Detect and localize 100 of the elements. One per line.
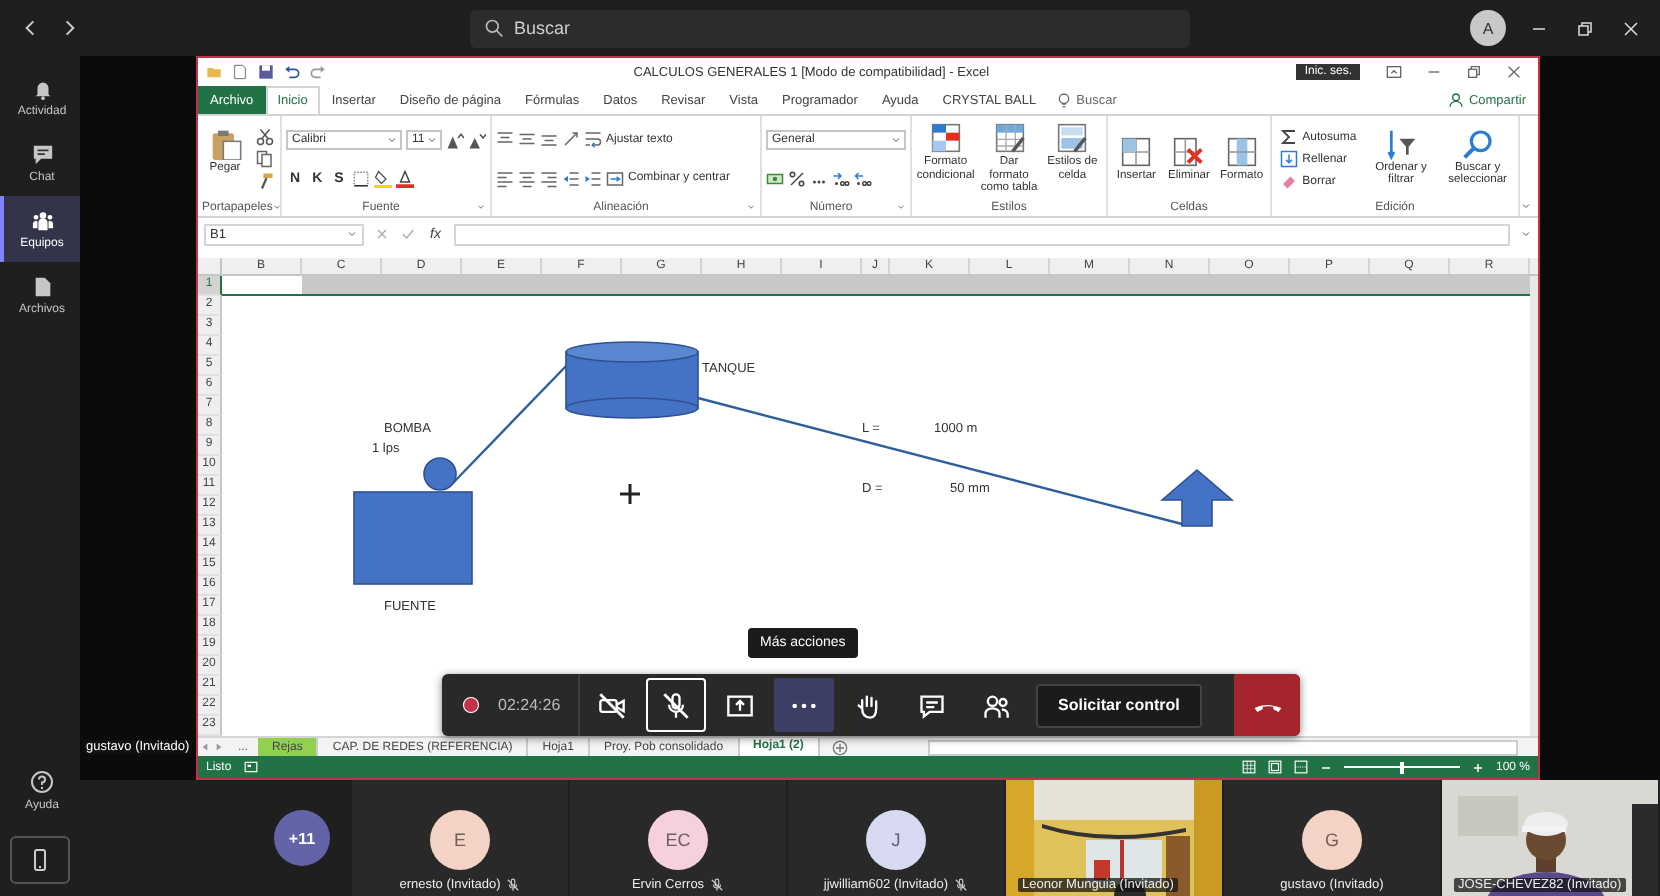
brush-icon[interactable]	[255, 172, 273, 190]
align-center-icon[interactable]	[518, 169, 536, 188]
delete-cells-icon	[1172, 135, 1205, 168]
borders-icon[interactable]	[351, 170, 370, 188]
hang-up-icon	[1253, 699, 1281, 711]
align-bottom-icon[interactable]	[540, 130, 558, 149]
call-control-button[interactable]	[646, 678, 706, 732]
wrap-text-icon	[584, 130, 602, 149]
size-up-icon[interactable]	[446, 131, 464, 149]
hang-up-button[interactable]	[1234, 674, 1300, 736]
align-top-icon[interactable]	[496, 130, 514, 149]
outdent-icon[interactable]	[562, 169, 580, 188]
search-icon	[484, 18, 504, 38]
format-cells-icon	[1225, 135, 1258, 168]
hand-icon	[854, 691, 882, 719]
search-field[interactable]: Buscar	[514, 18, 1114, 38]
currency-icon[interactable]	[766, 170, 784, 188]
decimal-decrease-icon[interactable]	[854, 170, 872, 188]
help-icon	[30, 770, 54, 794]
copy-icon[interactable]	[255, 150, 273, 168]
check-icon[interactable]	[400, 226, 416, 242]
macro-icon[interactable]	[243, 760, 258, 774]
chat-icon	[918, 691, 946, 719]
align-left-icon[interactable]	[496, 169, 514, 188]
search-icon	[1461, 128, 1494, 160]
merge-icon	[606, 169, 624, 188]
conditional-format-icon	[929, 122, 962, 155]
fill-color-icon[interactable]	[373, 170, 392, 188]
fill-down-icon	[1280, 150, 1299, 168]
active-cell[interactable]	[222, 276, 302, 294]
forward-icon[interactable]	[60, 18, 80, 38]
page-break-icon[interactable]	[1293, 760, 1308, 774]
indent-icon[interactable]	[584, 169, 602, 188]
chat-icon	[31, 143, 53, 165]
ribbon-options-icon[interactable]	[1386, 64, 1402, 80]
participant-avatar: EC	[648, 810, 708, 870]
pipe-line	[451, 363, 569, 485]
source-rectangle	[353, 491, 473, 585]
bell-icon	[31, 77, 53, 99]
insert-cells-icon	[1120, 135, 1153, 168]
profile-avatar[interactable]: A	[1470, 10, 1506, 46]
request-control-button[interactable]: Solicitar control	[1036, 683, 1202, 727]
sum-icon	[1280, 128, 1299, 146]
new-file-icon[interactable]	[232, 64, 248, 80]
sort-filter-icon	[1385, 128, 1417, 160]
clipboard-icon	[209, 128, 241, 160]
formula-field[interactable]	[454, 223, 1510, 245]
person-icon	[1448, 92, 1465, 108]
phone-icon	[28, 848, 52, 872]
scissors-icon[interactable]	[255, 128, 273, 146]
pump-circle	[423, 457, 457, 491]
restore-icon[interactable]	[1466, 64, 1482, 80]
table-format-icon	[993, 122, 1025, 155]
eraser-icon	[1280, 172, 1299, 190]
tank-cylinder	[565, 341, 699, 419]
close-icon[interactable]	[1506, 64, 1522, 80]
undo-icon[interactable]	[284, 64, 300, 80]
caret-icon	[890, 134, 902, 146]
page-layout-icon[interactable]	[1267, 760, 1282, 774]
participant-avatar: G	[1302, 810, 1362, 870]
caret-icon[interactable]	[476, 202, 486, 212]
more-participants-button[interactable]: +11	[274, 810, 330, 866]
size-down-icon[interactable]	[468, 131, 486, 149]
call-timer: 02:24:26	[498, 696, 561, 714]
move-cursor-icon	[618, 482, 642, 506]
search-bar[interactable]: Buscar	[470, 9, 1190, 47]
restore-icon[interactable]	[1576, 19, 1594, 37]
camera-icon	[598, 691, 626, 719]
horizontal-scrollbar[interactable]	[927, 739, 1518, 755]
participant-avatar: J	[866, 810, 926, 870]
cell-styles-icon	[1056, 122, 1089, 155]
decimal-increase-icon[interactable]	[832, 170, 850, 188]
caret-icon[interactable]	[746, 202, 756, 212]
zoom-out-icon[interactable]	[1319, 761, 1332, 773]
caret-icon[interactable]	[272, 202, 283, 212]
caret-icon	[426, 134, 439, 146]
participants-icon	[982, 691, 1010, 719]
team-icon	[31, 209, 53, 231]
caret-icon	[346, 228, 358, 240]
file-icon	[31, 275, 53, 297]
share-screen-icon	[726, 691, 754, 719]
up-arrow-shape	[1159, 468, 1235, 527]
device-button[interactable]	[10, 836, 70, 884]
caret-icon[interactable]	[896, 202, 906, 212]
align-middle-icon[interactable]	[518, 130, 536, 149]
normal-view-icon[interactable]	[1241, 760, 1256, 774]
zoom-in-icon[interactable]	[1471, 761, 1484, 773]
add-sheet-icon[interactable]	[831, 739, 848, 755]
participant-avatar: E	[430, 810, 490, 870]
align-right-icon[interactable]	[540, 169, 558, 188]
caret-icon	[386, 134, 398, 146]
percent-icon[interactable]	[788, 170, 806, 188]
font-color-icon[interactable]	[395, 170, 414, 188]
back-icon[interactable]	[20, 18, 40, 38]
redo-icon[interactable]	[310, 64, 326, 80]
zoom-slider-thumb[interactable]	[1399, 761, 1404, 773]
microphone-icon	[662, 691, 690, 719]
orientation-icon[interactable]	[562, 130, 580, 149]
save-icon[interactable]	[258, 64, 274, 80]
lightbulb-icon	[1056, 92, 1073, 108]
